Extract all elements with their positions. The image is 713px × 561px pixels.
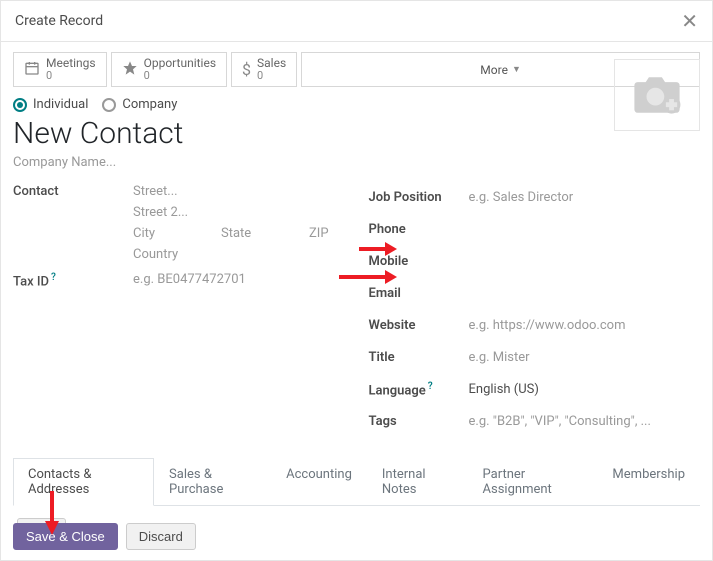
sales-button[interactable]: $ Sales 0 [231,52,297,87]
zip-field[interactable]: ZIP [309,226,329,241]
title-label: Title [369,350,469,365]
form-body: Contact Street... Street 2... City State… [13,184,700,440]
meetings-label: Meetings [46,57,96,70]
job-position-label: Job Position [369,190,469,205]
tab-accounting[interactable]: Accounting [271,458,367,506]
meetings-value: 0 [46,70,96,82]
calendar-icon [24,60,40,79]
country-field[interactable]: Country [133,247,345,262]
close-icon[interactable]: ✕ [681,9,698,33]
tab-sales-purchase[interactable]: Sales & Purchase [154,458,271,506]
radio-checked-icon [13,98,27,112]
email-label: Email [369,286,469,301]
tab-membership[interactable]: Membership [597,458,700,506]
company-radio-label: Company [122,97,177,112]
modal-title: Create Record [15,13,103,29]
opportunities-value: 0 [144,70,216,82]
city-field[interactable]: City [133,226,203,241]
website-field[interactable]: e.g. https://www.odoo.com [469,318,701,333]
avatar-image-upload[interactable] [614,59,700,131]
street-field[interactable]: Street... [133,184,345,199]
tab-internal-notes[interactable]: Internal Notes [367,458,468,506]
website-label: Website [369,318,469,333]
tabs-bar: Contacts & Addresses Sales & Purchase Ac… [13,458,700,506]
tax-id-field[interactable]: e.g. BE0477472701 [133,272,345,287]
star-icon [122,60,138,79]
title-field[interactable]: e.g. Mister [469,350,701,365]
mobile-label: Mobile [369,254,469,269]
tags-field[interactable]: e.g. "B2B", "VIP", "Consulting", ... [469,414,701,429]
camera-plus-icon [631,74,683,116]
dollar-icon: $ [242,60,251,79]
save-close-button[interactable]: Save & Close [13,523,118,550]
tab-contacts-addresses[interactable]: Contacts & Addresses [13,458,154,506]
chevron-down-icon: ▼ [512,64,521,75]
stat-buttons-row: Meetings 0 Opportunities 0 $ Sales 0 [13,52,700,87]
page-title[interactable]: New Contact [13,116,183,151]
language-field[interactable]: English (US) [469,382,701,397]
tax-id-label: Tax ID? [13,272,133,289]
tab-partner-assignment[interactable]: Partner Assignment [468,458,598,506]
company-name-field[interactable]: Company Name... [13,155,183,170]
individual-radio-label: Individual [33,97,88,112]
more-label: More [480,63,508,77]
meetings-button[interactable]: Meetings 0 [13,52,107,87]
discard-button[interactable]: Discard [126,523,196,550]
help-icon[interactable]: ? [428,381,433,392]
company-radio[interactable]: Company [102,97,177,112]
contact-address-label: Contact [13,184,133,199]
create-record-modal: Create Record ✕ Meetings 0 Opportunities [0,0,713,561]
radio-unchecked-icon [102,98,116,112]
modal-footer: Save & Close Discard [13,513,700,550]
individual-radio[interactable]: Individual [13,97,88,112]
job-position-field[interactable]: e.g. Sales Director [469,190,701,205]
state-field[interactable]: State [221,226,291,241]
help-icon[interactable]: ? [51,272,56,283]
street2-field[interactable]: Street 2... [133,205,345,220]
contact-type-radio-group: Individual Company [13,97,183,112]
opportunities-label: Opportunities [144,57,216,70]
modal-header: Create Record ✕ [1,1,712,42]
opportunities-button[interactable]: Opportunities 0 [111,52,227,87]
language-label: Language? [369,381,469,398]
tags-label: Tags [369,414,469,429]
sales-value: 0 [257,70,286,82]
phone-label: Phone [369,222,469,237]
